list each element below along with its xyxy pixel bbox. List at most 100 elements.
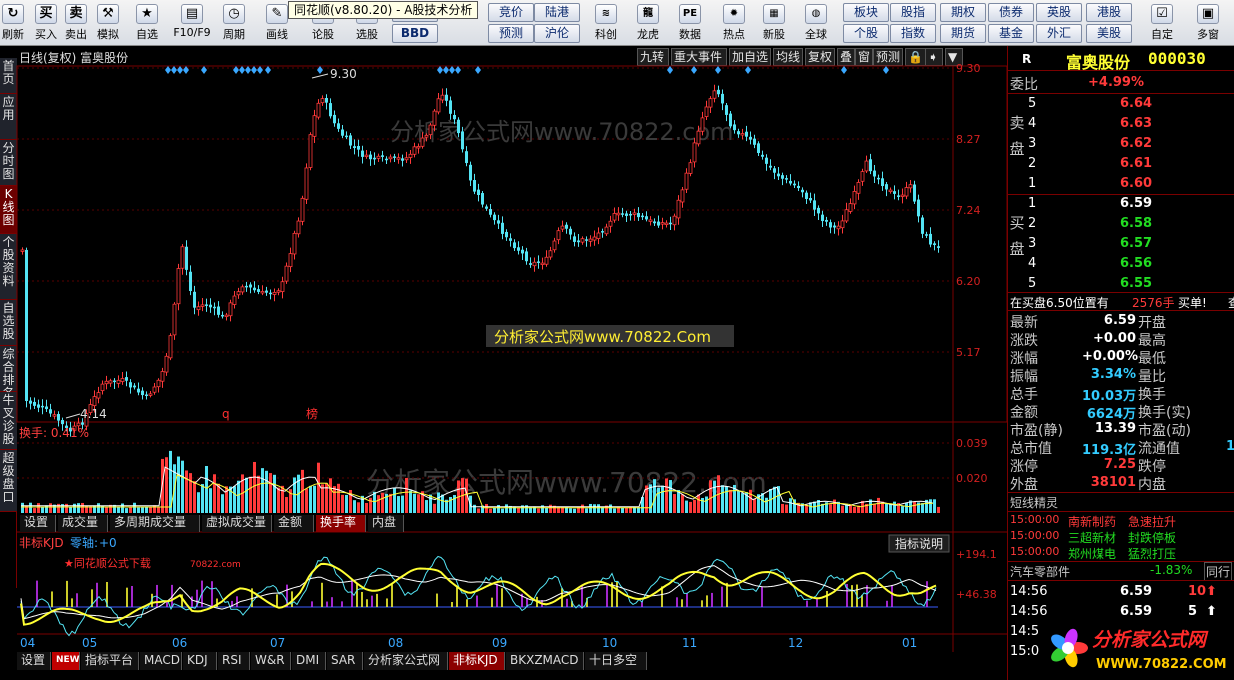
toolbar-market-button[interactable]: 外汇 [1036, 24, 1082, 43]
toolbar-market-button[interactable]: 期权 [940, 3, 986, 22]
indicator-tab[interactable]: BKXZMACD [506, 652, 584, 670]
indicator-tab[interactable]: 指标平台 [81, 652, 139, 670]
divider [1008, 511, 1234, 512]
toolbar-market-button[interactable]: 股指 [890, 3, 936, 22]
short-elf-stock[interactable]: 郑州煤电 [1068, 545, 1116, 562]
toolbar-newstock-button[interactable]: ▦ 新股 [756, 2, 792, 44]
toolbar-dragon-button[interactable]: 龍龙虎 [630, 2, 666, 44]
event-diamond-icon[interactable] [239, 66, 245, 74]
indicator-tab[interactable]: SAR [327, 652, 363, 670]
volume-tab[interactable]: 虚拟成交量 [202, 515, 272, 532]
toolbar-fire-button[interactable]: ✹ 热点 [716, 2, 752, 44]
indicator-tab[interactable]: KDJ [183, 652, 217, 670]
toolbar-sell-button[interactable]: 卖卖出 [62, 2, 90, 44]
toolbar-globe-button[interactable]: ◍ 全球 [798, 2, 834, 44]
event-diamond-icon[interactable] [745, 66, 751, 74]
event-diamond-icon[interactable] [177, 66, 183, 74]
event-diamond-icon[interactable] [317, 66, 323, 74]
indicator-tab[interactable]: 十日多空 [585, 652, 647, 670]
volume-bar [373, 491, 376, 513]
toolbar-market-button[interactable]: 期货 [940, 24, 986, 43]
volume-tab[interactable]: 换手率 [316, 515, 366, 532]
bid-price[interactable]: 6.59 [1120, 196, 1152, 211]
toolbar-multiwin-button[interactable]: ▣ 多窗 [1188, 2, 1228, 44]
volume-tab[interactable]: 多周期成交量 [110, 515, 200, 532]
kline-chart[interactable]: 9.30 8.27 7.24 6.20 5.17 分析家公式网www.70822.com 分… [0, 46, 1007, 652]
ask-price[interactable]: 6.60 [1120, 176, 1152, 191]
event-diamond-icon[interactable] [245, 66, 251, 74]
volume-tab[interactable]: 内盘 [368, 515, 404, 532]
event-diamond-icon[interactable] [883, 66, 889, 74]
event-diamond-icon[interactable] [165, 66, 171, 74]
toolbar-pill-button[interactable]: 预测 [488, 24, 534, 43]
toolbar-pe-button[interactable]: PE 数据 [672, 2, 708, 44]
bid-price[interactable]: 6.56 [1120, 256, 1152, 271]
candle-body [548, 250, 553, 258]
order-notice-more[interactable]: 查 [1228, 294, 1234, 311]
toolbar-market-button[interactable]: 基金 [988, 24, 1034, 43]
peer-button[interactable]: 同行 [1204, 562, 1233, 581]
toolbar-button-label: 卖出 [65, 28, 87, 41]
event-diamond-icon[interactable] [455, 66, 461, 74]
ask-price[interactable]: 6.64 [1120, 96, 1152, 111]
event-diamond-icon[interactable] [201, 66, 207, 74]
event-diamond-icon[interactable] [443, 66, 449, 74]
volume-tab[interactable]: 成交量 [58, 515, 108, 532]
toolbar-hammer-button[interactable]: ⚒ 模拟 [94, 2, 122, 44]
bid-price[interactable]: 6.57 [1120, 236, 1152, 251]
indicator-tab[interactable]: RSI [218, 652, 250, 670]
candle-body [217, 306, 220, 315]
event-diamond-icon[interactable] [257, 66, 263, 74]
ask-price[interactable]: 6.62 [1120, 136, 1152, 151]
toolbar-pill-button[interactable]: BBD [392, 24, 438, 43]
toolbar-market-button[interactable]: 指数 [890, 24, 936, 43]
toolbar-star-button[interactable]: ★ 自选 [130, 2, 164, 44]
event-diamond-icon[interactable] [265, 66, 271, 74]
event-diamond-icon[interactable] [437, 66, 443, 74]
event-diamond-icon[interactable] [171, 66, 177, 74]
toolbar-pill-button[interactable]: 沪伦 [534, 24, 580, 43]
indicator-tab[interactable]: 非标KJD [449, 652, 505, 670]
candle-body [844, 209, 849, 222]
indicator-tab[interactable]: MACD [140, 652, 182, 670]
event-diamond-icon[interactable] [233, 66, 239, 74]
toolbar-market-button[interactable]: 个股 [843, 24, 889, 43]
toolbar-clock-button[interactable]: ◷ 周期 [215, 2, 253, 44]
volume-bar [489, 508, 492, 513]
toolbar-pill-button[interactable]: 陆港 [534, 3, 580, 22]
event-diamond-icon[interactable] [841, 66, 847, 74]
indicator-tab[interactable]: 分析家公式网 [364, 652, 448, 670]
candle-body [445, 94, 448, 101]
indicator-tab[interactable]: W&R [251, 652, 291, 670]
toolbar-chart-button[interactable]: ≋ 科创 [588, 2, 624, 44]
ask-price[interactable]: 6.61 [1120, 156, 1152, 171]
toolbar-market-button[interactable]: 债券 [988, 3, 1034, 22]
volume-tab[interactable]: 金额 [274, 515, 314, 532]
toolbar-market-button[interactable]: 板块 [843, 3, 889, 22]
volume-tab[interactable]: 设置 [20, 515, 56, 532]
toolbar-refresh-button[interactable]: ↻ 刷新 [0, 2, 26, 44]
ask-price[interactable]: 6.63 [1120, 116, 1152, 131]
new-badge[interactable]: NEW [52, 652, 80, 670]
toolbar-buy-button[interactable]: 买买入 [32, 2, 60, 44]
bid-price[interactable]: 6.55 [1120, 276, 1152, 291]
bid-price[interactable]: 6.58 [1120, 216, 1152, 231]
toolbar-market-button[interactable]: 美股 [1086, 24, 1132, 43]
event-diamond-icon[interactable] [183, 66, 189, 74]
indicator-tab[interactable]: 设置 [17, 652, 51, 670]
event-diamond-icon[interactable] [667, 66, 673, 74]
indicator-tab[interactable]: DMI [292, 652, 326, 670]
short-elf-stock[interactable]: 南新制药 [1068, 513, 1116, 530]
event-diamond-icon[interactable] [691, 66, 697, 74]
event-diamond-icon[interactable] [475, 66, 481, 74]
event-diamond-icon[interactable] [715, 66, 721, 74]
toolbar-custom-button[interactable]: ☑ 自定 [1142, 2, 1182, 44]
event-diamond-icon[interactable] [251, 66, 257, 74]
candle-body [137, 388, 140, 393]
short-elf-stock[interactable]: 三超新材 [1068, 529, 1116, 546]
toolbar-f10-button[interactable]: ▤ F10/F9 [172, 2, 212, 44]
toolbar-market-button[interactable]: 港股 [1086, 3, 1132, 22]
event-diamond-icon[interactable] [449, 66, 455, 74]
toolbar-market-button[interactable]: 英股 [1036, 3, 1082, 22]
toolbar-pill-button[interactable]: 竞价 [488, 3, 534, 22]
